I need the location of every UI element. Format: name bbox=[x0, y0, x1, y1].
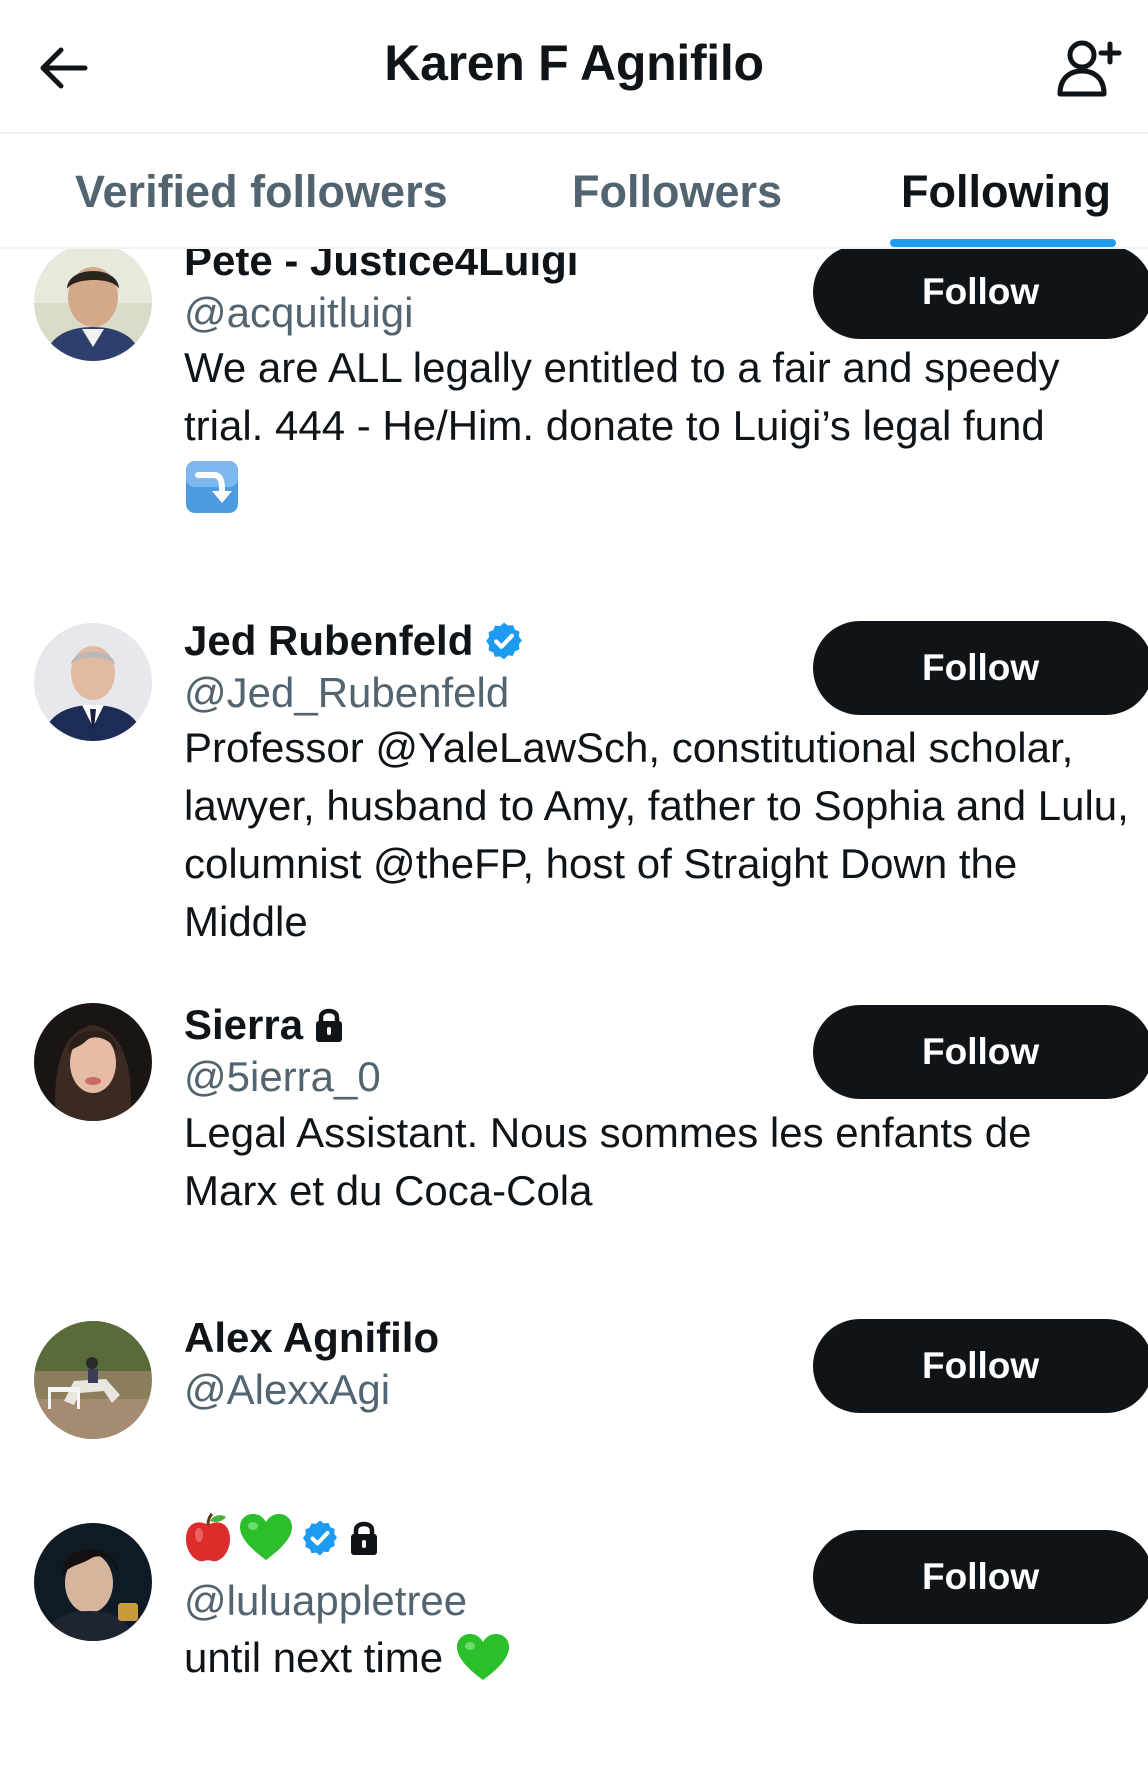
add-user-icon bbox=[1057, 40, 1122, 97]
lock-icon bbox=[313, 1006, 345, 1044]
green-heart-icon bbox=[457, 1634, 510, 1682]
list-item[interactable]: Jed Rubenfeld @Jed_Rubenfeld Follow Prof… bbox=[0, 569, 1148, 969]
following-list: Pete - Justice4Luigi @acquitluigi Follow… bbox=[0, 249, 1148, 1777]
red-apple-icon bbox=[184, 1513, 232, 1563]
follow-button[interactable]: Follow bbox=[813, 1530, 1148, 1624]
verified-badge-icon bbox=[300, 1518, 340, 1558]
user-bio: Legal Assistant. Nous sommes les enfants… bbox=[184, 1109, 1032, 1214]
green-heart-icon bbox=[240, 1514, 292, 1562]
follow-button[interactable]: Follow bbox=[813, 1005, 1148, 1099]
list-item[interactable]: Pete - Justice4Luigi @acquitluigi Follow… bbox=[0, 249, 1148, 569]
verified-badge-icon bbox=[483, 620, 525, 662]
add-user-button[interactable] bbox=[1044, 30, 1134, 106]
user-name: Sierra bbox=[184, 1001, 345, 1049]
user-name: Jed Rubenfeld bbox=[184, 617, 525, 665]
page-title: Karen F Agnifilo bbox=[384, 35, 764, 91]
tab-bar: Verified followers Followers Following bbox=[0, 132, 1148, 249]
top-bar: Karen F Agnifilo bbox=[0, 0, 1148, 132]
user-bio: until next time bbox=[184, 1629, 1134, 1687]
user-bio: We are ALL legally entitled to a fair an… bbox=[184, 339, 1134, 530]
tab-verified-followers[interactable]: Verified followers bbox=[75, 134, 448, 249]
follow-button[interactable]: Follow bbox=[813, 621, 1148, 715]
tab-following[interactable]: Following bbox=[901, 134, 1111, 249]
right-arrow-curving-down-icon bbox=[184, 459, 240, 530]
list-item[interactable]: @luluappletree Follow until next time bbox=[0, 1489, 1148, 1777]
user-handle: @5ierra_0 bbox=[184, 1053, 381, 1100]
list-item[interactable]: Sierra @5ierra_0 Follow Legal Assistant.… bbox=[0, 969, 1148, 1284]
user-handle: @acquitluigi bbox=[184, 289, 414, 336]
avatar[interactable] bbox=[34, 1523, 152, 1641]
user-handle: @AlexxAgi bbox=[184, 1366, 391, 1413]
user-name bbox=[184, 1513, 380, 1563]
user-bio: Professor @YaleLawSch, constitutional sc… bbox=[184, 724, 1129, 945]
active-tab-indicator bbox=[890, 239, 1116, 247]
follow-button[interactable]: Follow bbox=[813, 1319, 1148, 1413]
list-item[interactable]: Alex Agnifilo @AlexxAgi Follow bbox=[0, 1284, 1148, 1489]
tab-followers[interactable]: Followers bbox=[572, 134, 782, 249]
user-handle: @Jed_Rubenfeld bbox=[184, 669, 510, 716]
user-name: Pete - Justice4Luigi bbox=[184, 249, 579, 284]
lock-icon bbox=[348, 1519, 380, 1557]
avatar[interactable] bbox=[34, 1321, 152, 1439]
user-name: Alex Agnifilo bbox=[184, 1314, 440, 1361]
avatar[interactable] bbox=[34, 1003, 152, 1121]
avatar[interactable] bbox=[34, 249, 152, 361]
user-handle: @luluappletree bbox=[184, 1577, 468, 1624]
follow-button[interactable]: Follow bbox=[813, 249, 1148, 339]
avatar[interactable] bbox=[34, 623, 152, 741]
